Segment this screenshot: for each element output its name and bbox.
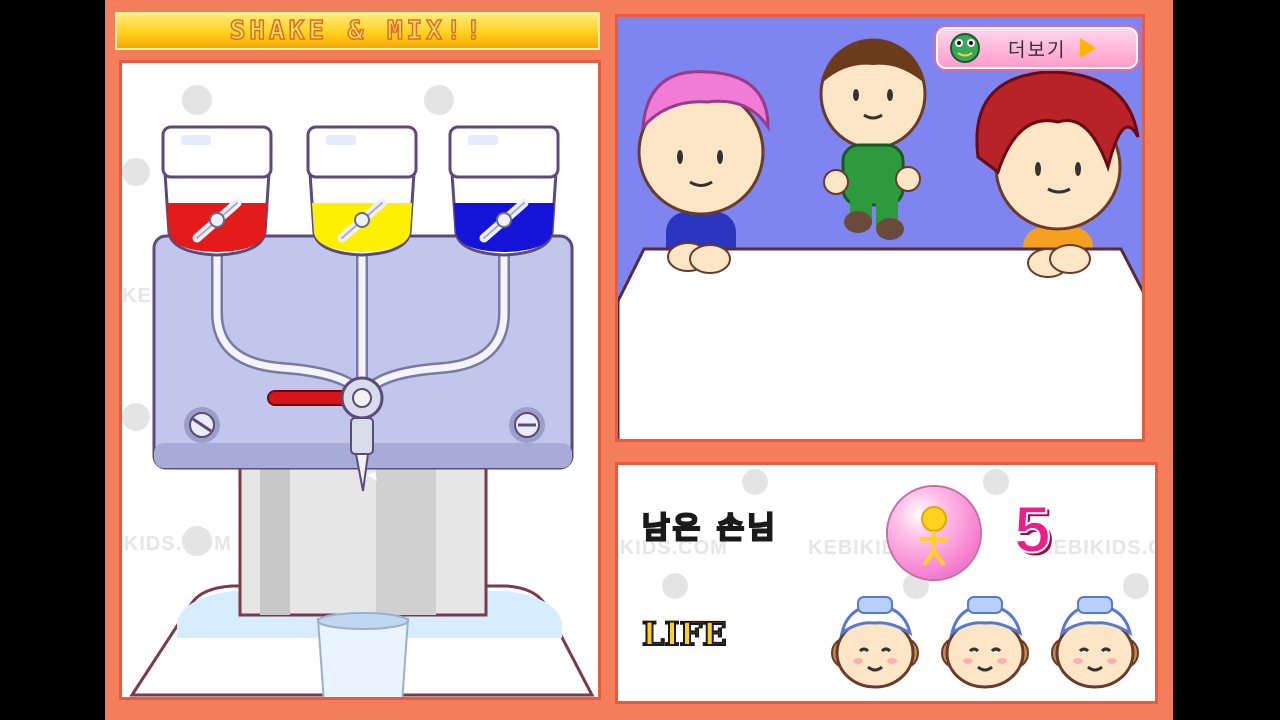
service-counter <box>618 247 1142 439</box>
customer-scene: 더보기 <box>615 14 1145 442</box>
bg-dot <box>662 573 688 599</box>
play-arrow-icon <box>1080 38 1097 58</box>
bg-dot <box>983 469 1009 495</box>
life-chef-icon <box>828 593 920 689</box>
customer-ball-icon <box>888 487 980 579</box>
life-chef-icon <box>1048 593 1140 689</box>
bottle-yellow[interactable] <box>306 125 418 257</box>
bg-dot <box>742 469 768 495</box>
more-games-button[interactable]: 더보기 <box>936 27 1138 69</box>
remaining-customers-label: 남은 손님 <box>641 510 778 547</box>
game-title: SHAKE & MIX!! <box>229 15 486 47</box>
status-panel: KEBIKIDS.COM KEBIKIDS.COM KEBIKIDS.COM 남… <box>615 462 1158 704</box>
life-label: LIFE <box>641 614 728 654</box>
game-stage: SHAKE & MIX!! KEBIKIDS.COM KEBIKIDS.COM <box>105 0 1173 720</box>
remaining-customers-count: 5 <box>1013 491 1052 567</box>
more-button-label: 더보기 <box>1008 38 1067 61</box>
bottle-red[interactable] <box>161 125 273 257</box>
bottle-row <box>161 125 560 257</box>
watermark: KEBIKIDS.COM <box>1038 537 1155 559</box>
title-banner: SHAKE & MIX!! <box>115 12 600 50</box>
frog-logo-icon <box>946 32 984 64</box>
bottle-blue[interactable] <box>448 125 560 257</box>
hands-left <box>667 242 731 274</box>
scene-drawing <box>618 17 1142 439</box>
dispenser-panel: KEBIKIDS.COM KEBIKIDS.COM <box>119 60 601 700</box>
life-chef-icon <box>938 593 1030 689</box>
